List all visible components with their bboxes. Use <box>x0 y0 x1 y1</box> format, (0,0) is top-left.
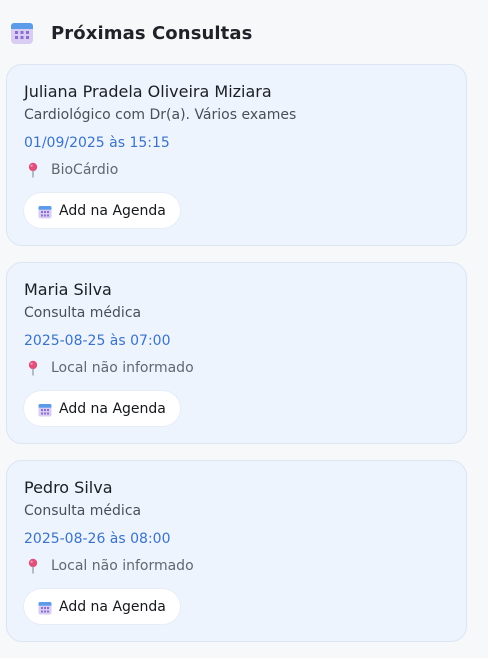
location-label: Local não informado <box>51 558 194 574</box>
add-to-calendar-label: Add na Agenda <box>59 400 166 417</box>
appointment-location: Local não informado <box>24 360 194 376</box>
calendar-icon <box>38 600 52 614</box>
calendar-icon <box>10 21 34 45</box>
add-to-calendar-button[interactable]: Add na Agenda <box>24 391 180 426</box>
appointment-datetime: 01/09/2025 às 15:15 <box>24 135 170 151</box>
appointment-card: Juliana Pradela Oliveira Miziara Cardiol… <box>6 64 467 246</box>
add-to-calendar-button[interactable]: Add na Agenda <box>24 589 180 624</box>
pin-icon <box>26 162 40 178</box>
appointment-description: Cardiológico com Dr(a). Vários exames <box>24 107 297 123</box>
appointment-description: Consulta médica <box>24 305 142 321</box>
add-to-calendar-label: Add na Agenda <box>59 598 166 615</box>
add-to-calendar-label: Add na Agenda <box>59 202 166 219</box>
calendar-icon <box>38 402 52 416</box>
patient-name: Maria Silva <box>24 280 112 299</box>
appointment-list: Juliana Pradela Oliveira Miziara Cardiol… <box>6 64 467 658</box>
location-label: BioCárdio <box>51 162 119 178</box>
appointment-location: Local não informado <box>24 558 194 574</box>
appointment-card: Maria Silva Consulta médica 2025-08-25 à… <box>6 262 467 444</box>
appointment-card: Pedro Silva Consulta médica 2025-08-26 à… <box>6 460 467 642</box>
add-to-calendar-button[interactable]: Add na Agenda <box>24 193 180 228</box>
pin-icon <box>26 360 40 376</box>
section-header: Próximas Consultas <box>10 19 252 47</box>
page-title: Próximas Consultas <box>51 22 253 44</box>
pin-icon <box>26 558 40 574</box>
patient-name: Juliana Pradela Oliveira Miziara <box>24 82 272 101</box>
calendar-icon <box>38 204 52 218</box>
appointment-description: Consulta médica <box>24 503 142 519</box>
appointment-datetime: 2025-08-26 às 08:00 <box>24 531 171 547</box>
patient-name: Pedro Silva <box>24 478 113 497</box>
appointment-datetime: 2025-08-25 às 07:00 <box>24 333 171 349</box>
location-label: Local não informado <box>51 360 194 376</box>
appointment-location: BioCárdio <box>24 162 118 178</box>
